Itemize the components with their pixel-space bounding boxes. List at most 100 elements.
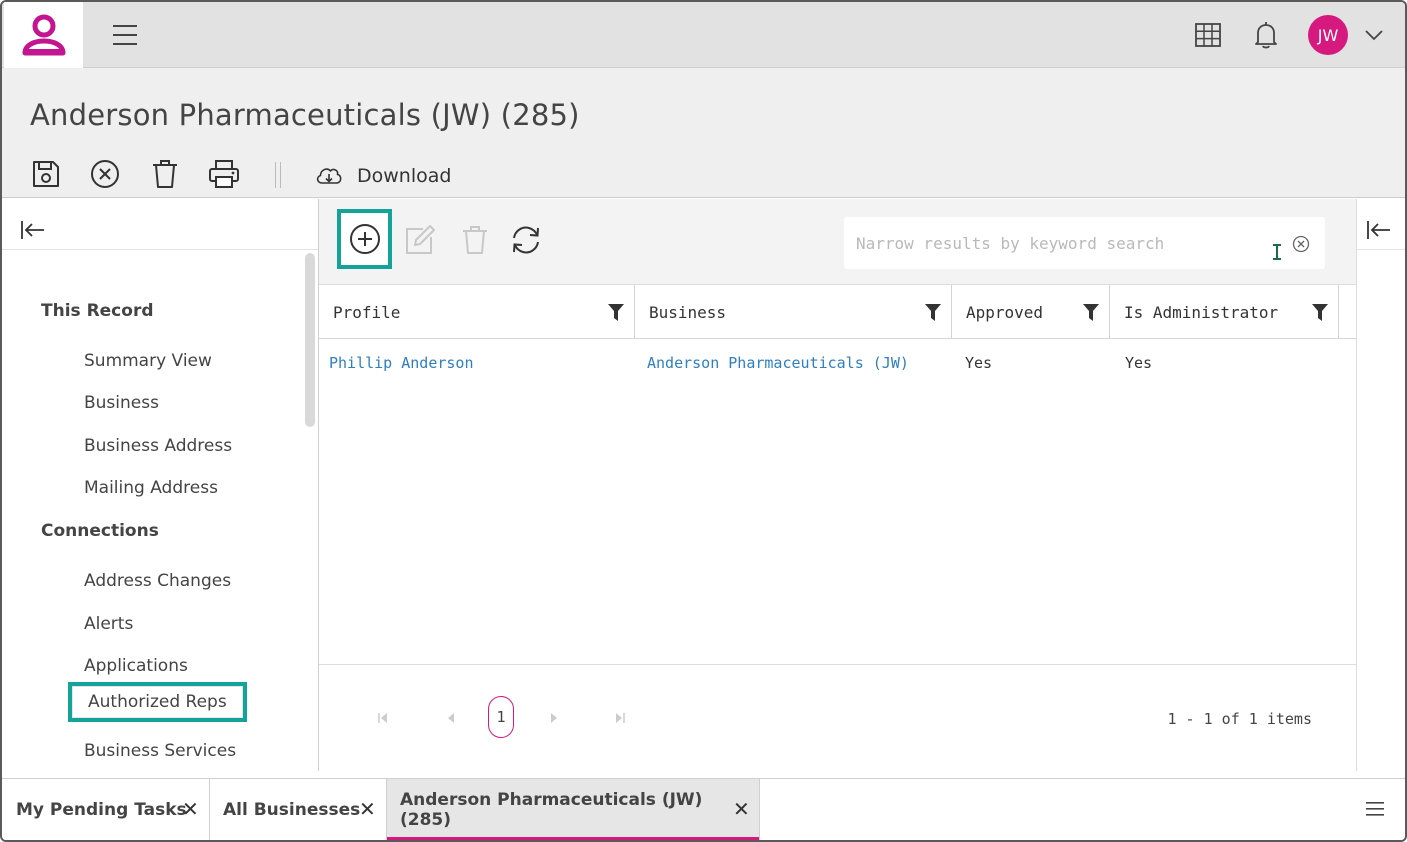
- filter-icon[interactable]: [1083, 304, 1099, 321]
- sidebar-item-applications[interactable]: Applications: [84, 656, 188, 676]
- business-link[interactable]: Anderson Pharmaceuticals (JW): [647, 354, 909, 372]
- tab-label: Anderson Pharmaceuticals (JW) (285): [400, 790, 703, 830]
- edit-icon: [406, 225, 435, 254]
- close-icon[interactable]: ✕: [182, 797, 199, 821]
- column-label: Profile: [333, 302, 401, 322]
- previous-page-icon[interactable]: [445, 712, 457, 724]
- table-row[interactable]: Phillip Anderson Anderson Pharmaceutical…: [319, 340, 1356, 388]
- column-header-profile[interactable]: Profile: [319, 285, 635, 339]
- section-connections: Connections: [41, 521, 159, 541]
- sidebar-scrollbar[interactable]: [305, 253, 315, 427]
- keyword-search-box: [844, 217, 1325, 269]
- collapse-left-icon: [21, 221, 44, 239]
- record-navigation-panel: This Record Summary View Business Busine…: [2, 199, 319, 771]
- download-button[interactable]: Download: [315, 160, 451, 192]
- column-header-approved[interactable]: Approved: [952, 285, 1110, 339]
- panel-divider: [2, 249, 318, 250]
- app-logo[interactable]: [4, 2, 83, 68]
- close-icon[interactable]: ✕: [733, 797, 750, 821]
- plus-circle-icon: [349, 224, 380, 254]
- text-cursor-icon: [1273, 244, 1281, 260]
- bell-icon: [1255, 22, 1277, 49]
- top-bar: JW: [2, 2, 1405, 68]
- cancel-button[interactable]: [89, 158, 121, 190]
- notifications-button[interactable]: [1250, 19, 1282, 51]
- grid-icon: [1195, 23, 1221, 47]
- sidebar-item-business-services[interactable]: Business Services: [84, 741, 236, 761]
- record-header: Anderson Pharmaceuticals (JW) (285) Down…: [2, 68, 1405, 198]
- tabs-menu-button[interactable]: [1364, 799, 1386, 819]
- save-icon: [33, 161, 59, 187]
- avatar-initials: JW: [1317, 25, 1339, 45]
- profile-link[interactable]: Phillip Anderson: [329, 354, 474, 372]
- sidebar-item-alerts[interactable]: Alerts: [84, 614, 133, 634]
- right-rail: [1356, 199, 1405, 771]
- collapse-left-panel-button[interactable]: [20, 219, 46, 241]
- tab-all-businesses[interactable]: All Businesses ✕: [210, 779, 387, 840]
- approved-cell: Yes: [965, 354, 993, 372]
- page-title: Anderson Pharmaceuticals (JW) (285): [30, 98, 580, 132]
- close-icon[interactable]: ✕: [359, 797, 376, 821]
- filter-icon[interactable]: [608, 304, 624, 321]
- sidebar-item-address-changes[interactable]: Address Changes: [84, 571, 231, 591]
- main-menu-button[interactable]: [108, 20, 142, 50]
- grid-header: Profile Business Approved Is Administrat…: [319, 285, 1356, 339]
- grid-toolbar: [319, 199, 1356, 285]
- chevron-down-icon: [1365, 30, 1383, 41]
- delete-button[interactable]: [149, 158, 181, 190]
- column-label: Business: [649, 302, 727, 322]
- is-administrator-cell: Yes: [1125, 354, 1153, 372]
- sidebar-item-business[interactable]: Business: [84, 393, 159, 413]
- active-tab-indicator: [387, 837, 759, 840]
- column-label: Is Administrator: [1124, 302, 1279, 322]
- refresh-button[interactable]: [509, 223, 543, 257]
- keyword-search-input[interactable]: [856, 231, 1266, 255]
- trash-icon: [153, 160, 177, 188]
- user-avatar[interactable]: JW: [1308, 15, 1348, 55]
- apps-grid-button[interactable]: [1192, 19, 1224, 51]
- refresh-icon: [513, 226, 539, 254]
- filter-icon[interactable]: [925, 304, 941, 321]
- last-page-icon[interactable]: [614, 712, 626, 724]
- print-button[interactable]: [207, 158, 239, 190]
- tab-label: My Pending Tasks: [16, 800, 187, 820]
- cancel-icon: [91, 160, 119, 188]
- section-this-record: This Record: [41, 301, 154, 321]
- sidebar-item-business-address[interactable]: Business Address: [84, 436, 232, 456]
- sidebar-item-authorized-reps[interactable]: Authorized Reps: [68, 682, 247, 722]
- save-button[interactable]: [30, 158, 62, 190]
- edit-button[interactable]: [403, 223, 437, 257]
- cloud-download-icon: [316, 168, 342, 184]
- hamburger-icon: [1366, 802, 1384, 816]
- grid-footer-divider: [319, 664, 1356, 665]
- next-page-icon[interactable]: [548, 712, 560, 724]
- add-button[interactable]: [337, 209, 392, 269]
- logo-icon: [22, 14, 65, 56]
- column-label: Approved: [966, 302, 1044, 322]
- sidebar-item-summary-view[interactable]: Summary View: [84, 351, 212, 371]
- clear-search-icon[interactable]: [1292, 235, 1310, 253]
- tab-anderson-pharmaceuticals[interactable]: Anderson Pharmaceuticals (JW) (285) ✕: [387, 779, 760, 840]
- filter-icon[interactable]: [1312, 304, 1328, 321]
- app-window: JW Anderson Pharmaceuticals (JW) (285) D…: [0, 0, 1407, 842]
- page-number-button[interactable]: 1: [488, 696, 514, 738]
- tab-my-pending-tasks[interactable]: My Pending Tasks ✕: [2, 779, 210, 840]
- panel-divider: [1357, 249, 1405, 250]
- toolbar-separator: [275, 162, 281, 188]
- open-tabs-bar: My Pending Tasks ✕ All Businesses ✕ Ande…: [2, 778, 1405, 840]
- delete-row-button[interactable]: [458, 223, 492, 257]
- pager-summary: 1 - 1 of 1 items: [1167, 710, 1313, 728]
- download-label: Download: [357, 165, 452, 187]
- tab-label: All Businesses: [223, 800, 361, 820]
- hamburger-icon: [113, 25, 137, 45]
- first-page-icon[interactable]: [377, 712, 389, 724]
- print-icon: [209, 160, 239, 188]
- sidebar-item-mailing-address[interactable]: Mailing Address: [84, 478, 218, 498]
- expand-right-panel-button[interactable]: [1366, 219, 1392, 241]
- column-header-is-administrator[interactable]: Is Administrator: [1110, 285, 1339, 339]
- authorized-reps-grid-panel: Profile Business Approved Is Administrat…: [319, 199, 1356, 771]
- column-header-business[interactable]: Business: [635, 285, 952, 339]
- collapse-left-icon: [1367, 221, 1390, 239]
- user-menu-toggle[interactable]: [1363, 24, 1385, 46]
- trash-icon: [463, 226, 487, 254]
